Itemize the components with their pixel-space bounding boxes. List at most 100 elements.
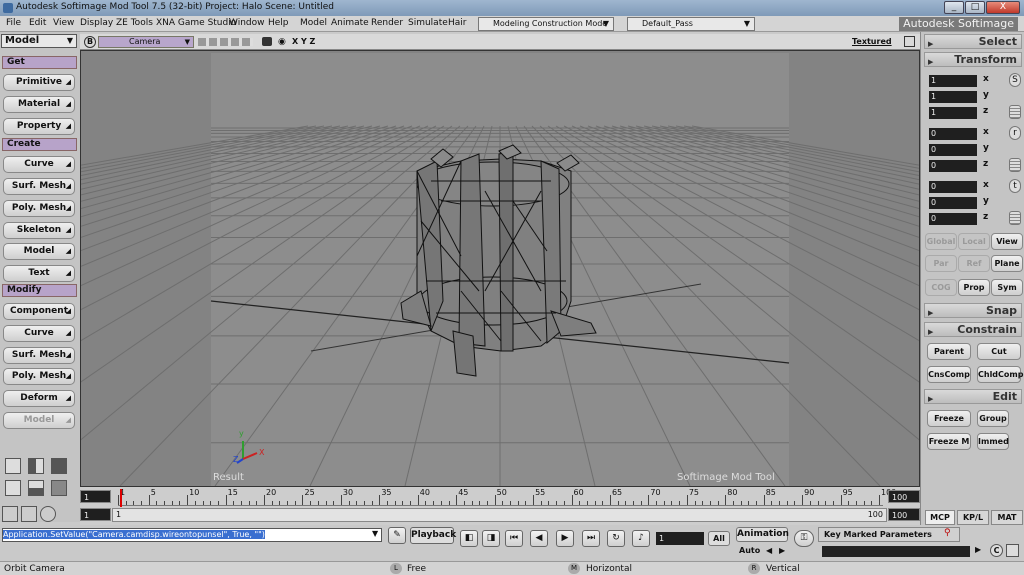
menu-ze-tools[interactable]: ZE Tools xyxy=(116,18,153,28)
scale-x-field[interactable]: 1 xyxy=(929,75,977,87)
close-button[interactable]: X xyxy=(986,1,1020,14)
gear-icon[interactable] xyxy=(40,506,56,522)
layout-quad-icon[interactable] xyxy=(51,458,67,474)
snap-header[interactable]: ▶ Snap xyxy=(924,303,1022,318)
modify-surf-mesh-button[interactable]: Surf. Mesh ◢ xyxy=(3,347,75,364)
maximize-button[interactable]: □ xyxy=(965,1,985,14)
scale-x-label[interactable]: x xyxy=(983,74,989,84)
xyz-label[interactable]: X Y Z xyxy=(292,37,315,46)
current-start-field[interactable]: 1 xyxy=(80,508,111,521)
end-frame-field[interactable]: 100 xyxy=(888,490,920,503)
menu-edit[interactable]: Edit xyxy=(29,18,46,28)
pass-dropdown[interactable]: Default_Pass ▼ xyxy=(627,17,755,31)
plane-button[interactable]: Plane xyxy=(991,255,1023,272)
rotate-lock-icon[interactable] xyxy=(1009,158,1021,172)
menu-help[interactable]: Help xyxy=(268,18,289,28)
local-space-button[interactable]: Local xyxy=(958,233,990,250)
auto-key-button[interactable]: Auto xyxy=(739,546,760,555)
group-button[interactable]: Group xyxy=(977,410,1009,427)
camera-icon[interactable] xyxy=(262,37,272,46)
constrain-header[interactable]: ▶ Constrain xyxy=(924,322,1022,337)
key-save-icon[interactable] xyxy=(1006,544,1019,557)
viewport-canvas[interactable] xyxy=(81,51,919,486)
rotate-mode-button[interactable]: r xyxy=(1009,126,1021,140)
rotate-z-label[interactable]: z xyxy=(983,159,988,169)
menu-display[interactable]: Display xyxy=(80,18,113,28)
camera-select[interactable]: Camera ▼ xyxy=(98,36,194,48)
rotate-y-field[interactable]: 0 xyxy=(929,144,977,156)
loop-icon[interactable]: ↻ xyxy=(607,530,625,547)
step-back-icon[interactable]: ◀ xyxy=(530,530,548,547)
menu-render[interactable]: Render xyxy=(371,18,403,28)
menu-window[interactable]: Window xyxy=(229,18,265,28)
create-model-button[interactable]: Model ◢ xyxy=(3,243,75,260)
rotate-x-label[interactable]: x xyxy=(983,127,989,137)
playback-menu-button[interactable]: Playback xyxy=(410,527,456,544)
create-skeleton-button[interactable]: Skeleton ◢ xyxy=(3,222,75,239)
maximize-viewport-icon[interactable] xyxy=(904,36,915,47)
freeze-m-button[interactable]: Freeze M xyxy=(927,433,971,450)
menu-view[interactable]: View xyxy=(53,18,74,28)
construction-mode-dropdown[interactable]: Modeling Construction Mode ▼ xyxy=(478,17,614,31)
viewport-b-button[interactable]: B xyxy=(84,36,96,48)
scale-z-field[interactable]: 1 xyxy=(929,107,977,119)
animation-menu-button[interactable]: Animation xyxy=(736,527,789,542)
tab-mcp[interactable]: MCP xyxy=(925,510,955,525)
menu-file[interactable]: File xyxy=(6,18,21,28)
create-header[interactable]: Create xyxy=(2,138,77,151)
last-frame-icon[interactable]: ◨ xyxy=(482,530,500,547)
parent-button[interactable]: Parent xyxy=(927,343,971,360)
translate-x-label[interactable]: x xyxy=(983,180,989,190)
key-marked-parameters-button[interactable]: Key Marked Parameters xyxy=(818,527,960,542)
frame-field[interactable]: 1 xyxy=(656,532,704,545)
scale-y-label[interactable]: y xyxy=(983,90,989,100)
start-frame-field[interactable]: 1 xyxy=(80,490,111,503)
prev-key-icon[interactable]: ◀ xyxy=(766,546,772,555)
cnscomp-button[interactable]: CnsComp xyxy=(927,366,971,383)
prop-button[interactable]: Prop xyxy=(958,279,990,296)
rotate-z-field[interactable]: 0 xyxy=(929,160,977,172)
first-frame-icon[interactable]: ◧ xyxy=(460,530,478,547)
select-header[interactable]: ▶ Select xyxy=(924,34,1022,49)
get-primitive-button[interactable]: Primitive ◢ xyxy=(3,74,75,91)
cog-button[interactable]: COG xyxy=(925,279,957,296)
immed-button[interactable]: Immed xyxy=(977,433,1009,450)
go-end-icon[interactable]: ⏭ xyxy=(582,530,600,547)
create-poly-mesh-button[interactable]: Poly. Mesh ◢ xyxy=(3,200,75,217)
scale-y-field[interactable]: 1 xyxy=(929,91,977,103)
key-icon[interactable]: ⚿ xyxy=(794,530,814,547)
command-line-input[interactable]: Application.SetValue("Camera.camdisp.wir… xyxy=(2,528,382,542)
timeline-ruler[interactable]: 1510152025303540455055606570758085909510… xyxy=(118,488,896,506)
translate-mode-button[interactable]: t xyxy=(1009,179,1021,193)
menu-simulate[interactable]: Simulate xyxy=(408,18,448,28)
menu-animate[interactable]: Animate xyxy=(331,18,369,28)
modify-header[interactable]: Modify xyxy=(2,284,77,297)
chldcomp-button[interactable]: ChldComp xyxy=(977,366,1023,383)
translate-y-field[interactable]: 0 xyxy=(929,197,977,209)
script-editor-icon[interactable]: ✎ xyxy=(388,527,406,544)
3d-viewport[interactable]: y X Z Result Softimage Mod Tool xyxy=(80,50,920,487)
translate-z-field[interactable]: 0 xyxy=(929,213,977,225)
ref-button[interactable]: Ref xyxy=(958,255,990,272)
par-button[interactable]: Par xyxy=(925,255,957,272)
view-space-button[interactable]: View xyxy=(991,233,1023,250)
key-c-icon[interactable]: C xyxy=(990,544,1003,557)
audio-icon[interactable]: ♪ xyxy=(632,530,650,547)
menu-xna-game-studio[interactable]: XNA Game Studio xyxy=(156,18,236,28)
layout-custom-icon[interactable] xyxy=(5,480,21,496)
get-header[interactable]: Get xyxy=(2,56,77,69)
translate-lock-icon[interactable] xyxy=(1009,211,1021,225)
eye-icon[interactable]: ◉ xyxy=(278,37,286,47)
minimize-button[interactable]: _ xyxy=(944,1,964,14)
modify-model-button[interactable]: Model ◢ xyxy=(3,412,75,429)
translate-x-field[interactable]: 0 xyxy=(929,181,977,193)
scale-mode-button[interactable]: S xyxy=(1009,73,1021,87)
get-property-button[interactable]: Property ◢ xyxy=(3,118,75,135)
key-value-bar[interactable] xyxy=(822,546,970,557)
menu-hair[interactable]: Hair xyxy=(448,18,466,28)
layout-single-icon[interactable] xyxy=(5,458,21,474)
create-curve-button[interactable]: Curve ◢ xyxy=(3,156,75,173)
modify-component-button[interactable]: Component ◢ xyxy=(3,303,75,320)
tab-mat[interactable]: MAT xyxy=(991,510,1023,525)
rotate-y-label[interactable]: y xyxy=(983,143,989,153)
